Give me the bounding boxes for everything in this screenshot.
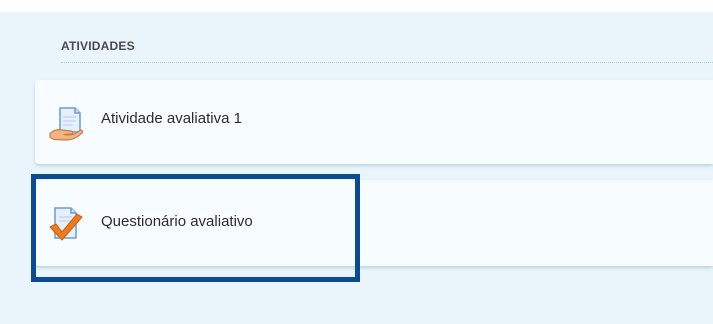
quiz-check-icon <box>47 204 87 244</box>
activity-label[interactable]: Atividade avaliativa 1 <box>101 109 242 129</box>
activity-item-assignment[interactable]: Atividade avaliativa 1 <box>35 80 713 164</box>
section-header: ATIVIDADES <box>61 38 713 63</box>
activity-item-quiz[interactable]: Questionário avaliativo <box>35 180 713 266</box>
assignment-hand-icon <box>47 104 87 144</box>
section-title: ATIVIDADES <box>61 39 135 53</box>
activity-label[interactable]: Questionário avaliativo <box>101 212 253 232</box>
